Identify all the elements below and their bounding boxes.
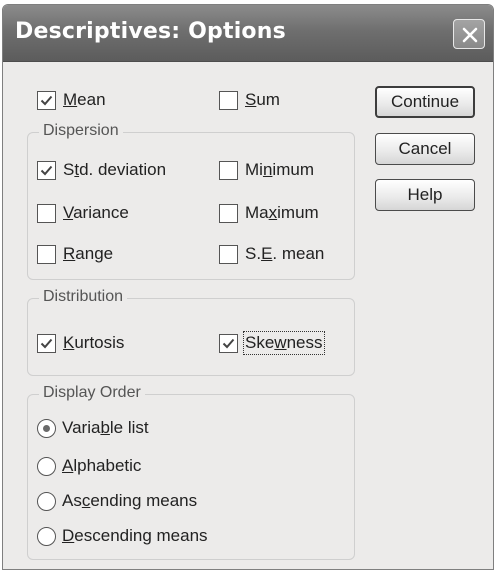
variance-checkbox-box[interactable] — [37, 203, 56, 223]
close-icon — [462, 27, 478, 43]
ascending-means-label: Ascending means — [62, 491, 198, 510]
checkmark-icon — [40, 338, 53, 348]
se-mean-checkbox[interactable]: S.E. mean — [219, 241, 324, 267]
sum-checkbox[interactable]: Sum — [219, 87, 280, 113]
maximum-checkbox-box[interactable] — [219, 203, 238, 223]
dispersion-legend: Dispersion — [39, 122, 123, 140]
std-deviation-label: Std. deviation — [63, 160, 167, 179]
ascending-means-radio-circle[interactable] — [37, 491, 56, 511]
mean-checkbox[interactable]: Mean — [37, 87, 106, 113]
range-label: Range — [63, 244, 114, 263]
variance-checkbox[interactable]: Variance — [37, 200, 129, 226]
descending-means-radio-circle[interactable] — [37, 526, 56, 546]
mean-label: Mean — [63, 90, 106, 109]
skewness-checkbox-box[interactable] — [219, 333, 238, 353]
sum-label: Sum — [245, 90, 280, 109]
kurtosis-checkbox-box[interactable] — [37, 333, 56, 353]
skewness-label: Skewness — [243, 331, 325, 355]
minimum-checkbox-box[interactable] — [219, 160, 238, 180]
ascending-means-radio[interactable]: Ascending means — [37, 488, 197, 514]
range-checkbox-box[interactable] — [37, 244, 56, 264]
alphabetic-radio-circle[interactable] — [37, 456, 56, 476]
maximum-label: Maximum — [245, 203, 319, 222]
distribution-legend: Distribution — [39, 288, 128, 306]
checkmark-icon — [40, 165, 53, 175]
minimum-label: Minimum — [245, 160, 314, 179]
variance-label: Variance — [63, 203, 129, 222]
sum-checkbox-box[interactable] — [219, 90, 238, 110]
variable-list-label: Variable list — [62, 418, 149, 437]
descending-means-label: Descending means — [62, 526, 208, 545]
maximum-checkbox[interactable]: Maximum — [219, 200, 319, 226]
std-deviation-checkbox[interactable]: Std. deviation — [37, 157, 166, 183]
cancel-button[interactable]: Cancel — [375, 133, 475, 165]
continue-button[interactable]: Continue — [375, 86, 475, 118]
alphabetic-radio[interactable]: Alphabetic — [37, 453, 141, 479]
descending-means-radio[interactable]: Descending means — [37, 523, 208, 549]
title-bar[interactable]: Descriptives: Options — [3, 5, 493, 62]
mean-checkbox-box[interactable] — [37, 90, 56, 110]
variable-list-radio-circle[interactable] — [37, 418, 56, 438]
se-mean-label: S.E. mean — [245, 244, 325, 263]
minimum-checkbox[interactable]: Minimum — [219, 157, 314, 183]
radio-selected-dot — [43, 424, 50, 432]
alphabetic-label: Alphabetic — [62, 456, 142, 475]
display-order-legend: Display Order — [39, 384, 145, 402]
range-checkbox[interactable]: Range — [37, 241, 113, 267]
dialog-title: Descriptives: Options — [15, 19, 286, 44]
close-button[interactable] — [453, 19, 485, 49]
checkmark-icon — [40, 95, 53, 105]
skewness-checkbox[interactable]: Skewness — [219, 330, 325, 356]
se-mean-checkbox-box[interactable] — [219, 244, 238, 264]
options-dialog: Descriptives: Options Mean Sum Dispersio… — [2, 4, 494, 570]
kurtosis-checkbox[interactable]: Kurtosis — [37, 330, 124, 356]
kurtosis-label: Kurtosis — [63, 333, 125, 352]
std-deviation-checkbox-box[interactable] — [37, 160, 56, 180]
variable-list-radio[interactable]: Variable list — [37, 415, 149, 441]
help-button[interactable]: Help — [375, 179, 475, 211]
checkmark-icon — [222, 338, 235, 348]
